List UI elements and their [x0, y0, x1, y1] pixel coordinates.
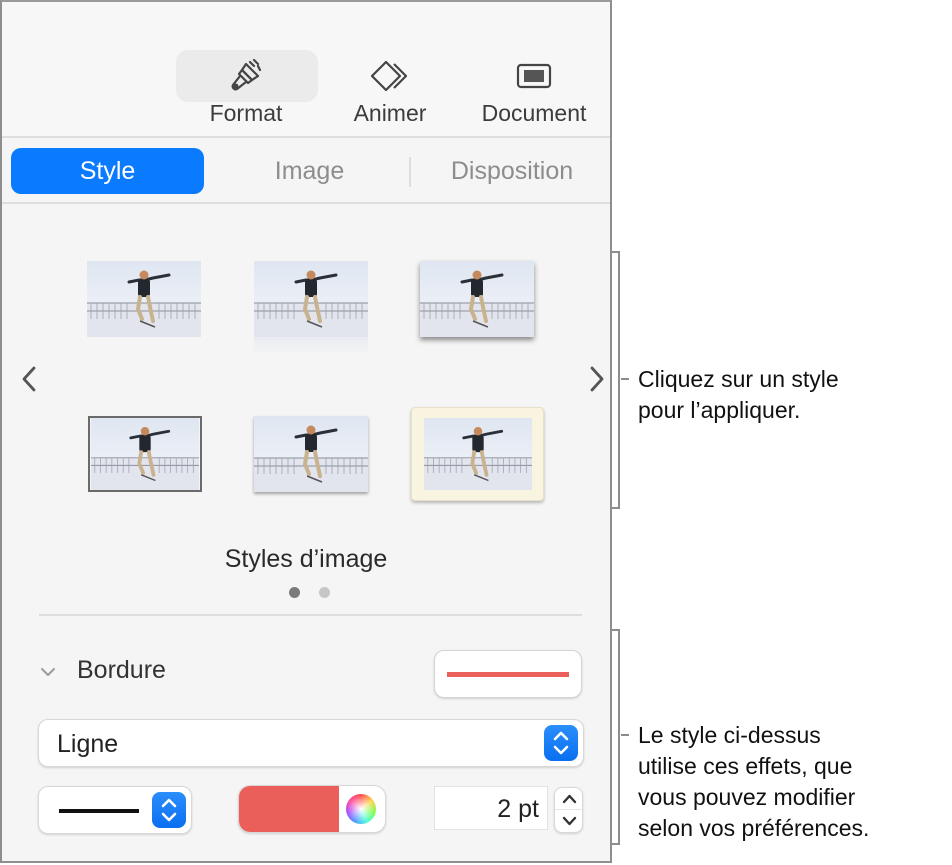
- skater-photo: [254, 261, 368, 337]
- chevron-down-icon: [562, 816, 577, 826]
- skater-photo: [90, 418, 200, 490]
- image-style-thumbnail[interactable]: [254, 416, 368, 492]
- callout-bracket: [612, 629, 620, 845]
- document-label: Document: [481, 100, 587, 126]
- image-style-thumbnail[interactable]: [88, 416, 202, 492]
- callout-text: Cliquez sur un style pour l’appliquer.: [638, 366, 839, 423]
- chevron-down-icon[interactable]: [38, 664, 58, 680]
- border-section-label[interactable]: Bordure: [77, 656, 166, 685]
- format-button[interactable]: Format: [176, 50, 318, 134]
- decrement-button[interactable]: [555, 810, 582, 832]
- border-color-swatch[interactable]: [239, 786, 339, 832]
- divider: [39, 614, 582, 616]
- skater-photo: [420, 261, 534, 337]
- skater-photo: [423, 418, 533, 490]
- format-label: Format: [209, 100, 283, 126]
- border-type-value: Ligne: [57, 730, 119, 758]
- callout-tick: [621, 378, 629, 380]
- skater-photo: [87, 261, 201, 337]
- solid-line-sample: [59, 809, 139, 813]
- border-color-control: [238, 785, 386, 833]
- image-style-thumbnail[interactable]: [254, 261, 368, 337]
- increment-button[interactable]: [555, 788, 582, 810]
- image-styles-title: Styles d’image: [224, 545, 388, 573]
- animate-diamonds-icon: [370, 60, 408, 92]
- tab-style[interactable]: Style: [11, 148, 204, 194]
- tab-bar: Style Image Disposition: [2, 140, 610, 204]
- chevron-up-icon: [562, 794, 577, 804]
- tab-disposition[interactable]: Disposition: [414, 148, 610, 194]
- animer-button[interactable]: Animer: [320, 50, 460, 134]
- tab-image[interactable]: Image: [212, 148, 407, 194]
- paintbrush-icon: [231, 58, 262, 91]
- image-style-thumbnail[interactable]: [87, 261, 201, 337]
- border-style-preview-button[interactable]: [434, 650, 582, 698]
- page-dot[interactable]: [319, 587, 330, 598]
- animer-label: Animer: [353, 100, 427, 126]
- inspector-panel: Format Animer Document Style Image Dispo…: [0, 0, 612, 863]
- callout-text: Le style ci-dessus utilise ces effets, q…: [638, 722, 870, 841]
- popup-stepper-icon: [544, 725, 578, 761]
- border-width-stepper: [554, 787, 583, 833]
- border-width-field[interactable]: 2 pt: [434, 786, 548, 830]
- reflection-effect: [254, 337, 368, 355]
- tab-separator: [409, 157, 411, 187]
- border-type-select[interactable]: Ligne: [38, 719, 584, 767]
- callout-tick: [621, 734, 629, 736]
- color-wheel-icon[interactable]: [346, 794, 376, 824]
- popup-stepper-icon: [152, 792, 186, 828]
- image-style-thumbnail[interactable]: [411, 407, 544, 501]
- page-dot-current[interactable]: [289, 587, 300, 598]
- skater-photo: [254, 416, 368, 492]
- image-style-thumbnail[interactable]: [420, 261, 534, 337]
- callout-bracket: [612, 251, 620, 509]
- line-style-select[interactable]: [38, 786, 192, 834]
- border-line-sample: [447, 672, 569, 677]
- chevron-left-icon[interactable]: [14, 362, 44, 396]
- document-button[interactable]: Document: [464, 50, 604, 134]
- document-icon: [516, 63, 552, 89]
- chevron-right-icon[interactable]: [582, 362, 612, 396]
